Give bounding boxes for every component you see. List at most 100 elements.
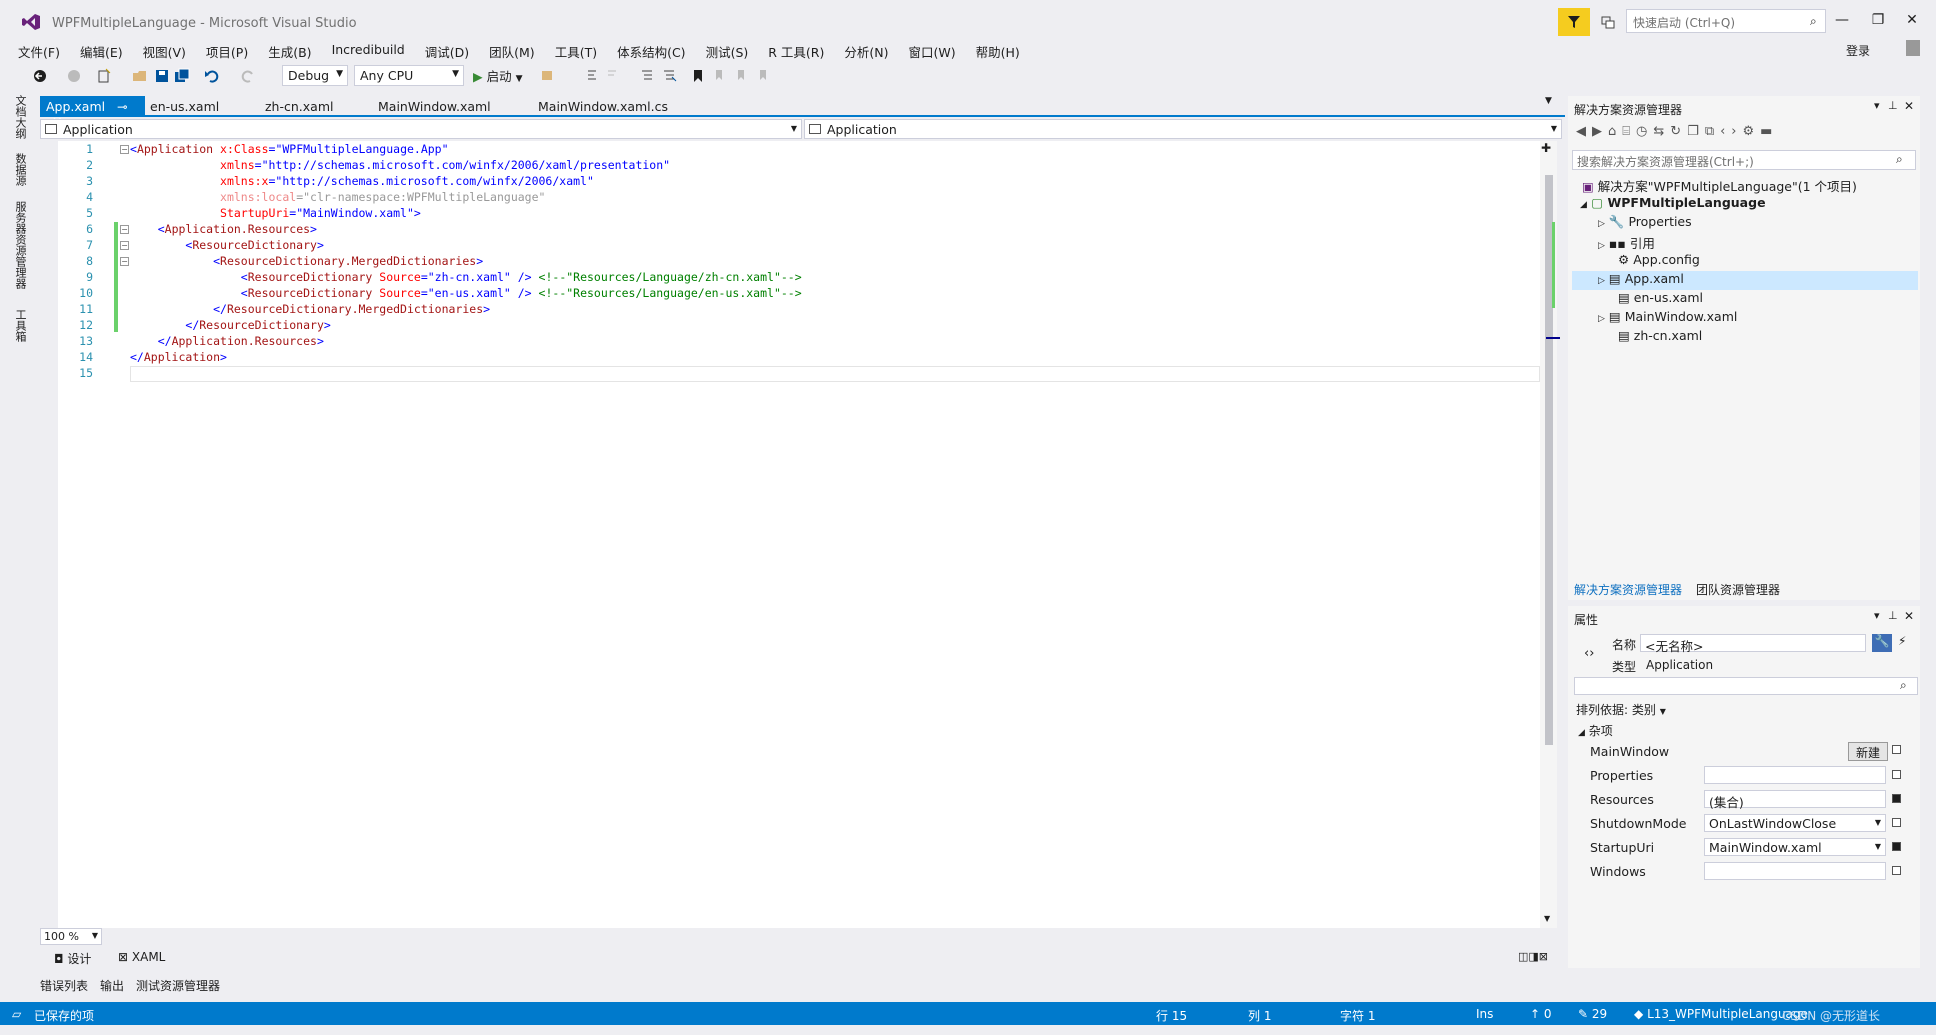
sort-by-select[interactable]: 排列依据: 类别 ▼ [1576,701,1666,718]
tree-references[interactable]: ▷ ▪▪ 引用 [1598,233,1655,252]
property-marker[interactable] [1892,842,1901,851]
tab-error-list[interactable]: 错误列表 [40,977,88,997]
redo-icon[interactable] [240,68,256,84]
collapse-toggle[interactable]: − [120,225,129,234]
undo-icon[interactable] [204,68,220,84]
menu-analyze[interactable]: 分析(N) [844,40,898,62]
scroll-down-icon[interactable]: ▼ [1544,914,1550,923]
close-panel-icon[interactable]: ✕ [1904,99,1914,113]
tree-mainwindow-xaml[interactable]: ▷ ▤ MainWindow.xaml [1598,309,1737,328]
events-view-button[interactable]: ⚡ [1898,634,1906,648]
collapse-toggle[interactable]: − [120,241,129,250]
menu-help[interactable]: 帮助(H) [976,40,1030,62]
new-mainwindow-button[interactable]: 新建 [1848,742,1888,761]
split-editor-icon[interactable]: ✚ [1541,141,1551,155]
menu-project[interactable]: 项目(P) [206,40,258,62]
tab-server-explorer[interactable]: 服务器资源管理器 [10,201,28,289]
properties-search-input[interactable] [1574,677,1918,695]
tab-list-dropdown[interactable]: ▼ [1545,96,1552,117]
menu-test[interactable]: 测试(S) [706,40,759,62]
split-layout-icons[interactable]: ◫◨⊠ [1518,950,1548,963]
bookmark-icon[interactable] [690,68,706,84]
tree-app-xaml[interactable]: ▷ ▤ App.xaml [1572,271,1918,290]
tree-app-config[interactable]: ⚙ App.config [1618,252,1700,271]
tab-toolbox[interactable]: 工具箱 [10,309,28,342]
property-value-input[interactable] [1704,766,1886,784]
step-over-icon[interactable] [606,68,622,84]
next-bookmark-icon[interactable] [734,68,750,84]
feedback-filter-button[interactable] [1558,8,1590,36]
restore-button[interactable]: ❐ [1868,12,1888,32]
open-file-icon[interactable] [132,68,148,84]
design-view-tab[interactable]: ◘ 设计 [54,950,91,967]
menu-incredibuild[interactable]: Incredibuild [332,40,415,62]
menu-team[interactable]: 团队(M) [489,40,545,62]
tab-app-xaml[interactable]: App.xaml ⊸ ✕ [40,96,145,129]
property-marker[interactable] [1892,794,1901,803]
zoom-select[interactable]: 100 % ▼ [40,928,102,945]
close-panel-icon[interactable]: ✕ [1904,609,1914,623]
previous-bookmark-icon[interactable] [712,68,728,84]
find-in-files-icon[interactable] [540,68,556,84]
start-debugging-button[interactable]: ▶ 启动 ▼ [473,66,523,85]
solution-explorer-toolbar[interactable]: ◀▶⌂⌸◷⇆↻❐⧉‹›⚙▬ [1576,124,1778,139]
member-navigation-select[interactable]: Application ▼ [804,119,1562,139]
solution-platform-select[interactable]: Any CPU ▼ [354,65,464,86]
property-marker[interactable] [1892,866,1901,875]
menu-file[interactable]: 文件(F) [18,40,70,62]
menu-window[interactable]: 窗口(W) [908,40,965,62]
menu-edit[interactable]: 编辑(E) [80,40,133,62]
uncomment-lines-icon[interactable] [662,68,678,84]
publish-status[interactable]: ↑ 0 [1530,1007,1552,1021]
tab-mainwindow-xaml-cs[interactable]: MainWindow.xaml.cs [532,96,674,117]
clear-bookmarks-icon[interactable] [756,68,772,84]
property-value-input[interactable] [1704,862,1886,880]
collapse-toggle[interactable]: − [120,145,129,154]
tree-properties[interactable]: ▷ 🔧 Properties [1598,214,1692,233]
menu-r-tools[interactable]: R 工具(R) [768,40,834,62]
tree-solution[interactable]: ▣ 解决方案"WPFMultipleLanguage"(1 个项目) [1582,176,1857,195]
type-navigation-select[interactable]: Application ▼ [40,119,802,139]
xaml-view-tab[interactable]: ⊠ XAML [118,950,165,964]
element-name-input[interactable]: <无名称> [1640,634,1866,654]
property-value-input[interactable]: (集合) [1704,790,1886,810]
collapse-toggle[interactable]: − [120,257,129,266]
user-avatar[interactable] [1906,40,1920,56]
new-project-icon[interactable] [96,68,112,84]
category-misc[interactable]: ◢ 杂项 [1578,722,1613,739]
properties-view-button[interactable]: 🔧 [1872,634,1892,652]
tab-mainwindow-xaml[interactable]: MainWindow.xaml [372,96,497,117]
menu-build[interactable]: 生成(B) [268,40,321,62]
tab-data-sources[interactable]: 数据源 [10,153,28,186]
tab-zh-cn-xaml[interactable]: zh-cn.xaml [259,96,339,117]
solution-search-input[interactable]: 搜索解决方案资源管理器(Ctrl+;) [1572,150,1916,170]
minimize-button[interactable]: — [1832,12,1852,32]
menu-debug[interactable]: 调试(D) [425,40,479,62]
menu-architecture[interactable]: 体系结构(C) [617,40,695,62]
property-marker[interactable] [1892,770,1901,779]
panel-dropdown-icon[interactable]: ▾ [1874,609,1880,622]
tab-test-explorer[interactable]: 测试资源管理器 [136,977,220,997]
tree-en-us-xaml[interactable]: ▤ en-us.xaml [1618,290,1703,309]
quick-launch-input[interactable]: 快速启动 (Ctrl+Q) [1626,9,1826,33]
pending-changes-status[interactable]: ✎ 29 [1578,1007,1607,1021]
comment-lines-icon[interactable] [640,68,656,84]
tab-output[interactable]: 输出 [100,977,124,997]
tab-solution-explorer[interactable]: 解决方案资源管理器 [1574,581,1682,598]
startup-uri-select[interactable]: MainWindow.xaml ▼ [1704,838,1886,856]
close-button[interactable]: ✕ [1902,12,1922,32]
shutdown-mode-select[interactable]: OnLastWindowClose ▼ [1704,814,1886,832]
menu-tools[interactable]: 工具(T) [555,40,607,62]
tree-project[interactable]: ◢ ▢ WPFMultipleLanguage [1580,195,1766,214]
forward-icon[interactable] [66,68,82,84]
tree-zh-cn-xaml[interactable]: ▤ zh-cn.xaml [1618,328,1702,347]
save-icon[interactable] [154,68,170,84]
save-all-icon[interactable] [174,68,190,84]
property-marker[interactable] [1892,745,1901,754]
tab-en-us-xaml[interactable]: en-us.xaml [144,96,225,117]
property-marker[interactable] [1892,818,1901,827]
pin-icon[interactable]: ⊥ [1888,609,1898,622]
tab-team-explorer[interactable]: 团队资源管理器 [1696,581,1780,598]
tab-document-outline[interactable]: 文档大纲 [10,95,28,139]
notifications-icon[interactable] [1600,14,1616,30]
